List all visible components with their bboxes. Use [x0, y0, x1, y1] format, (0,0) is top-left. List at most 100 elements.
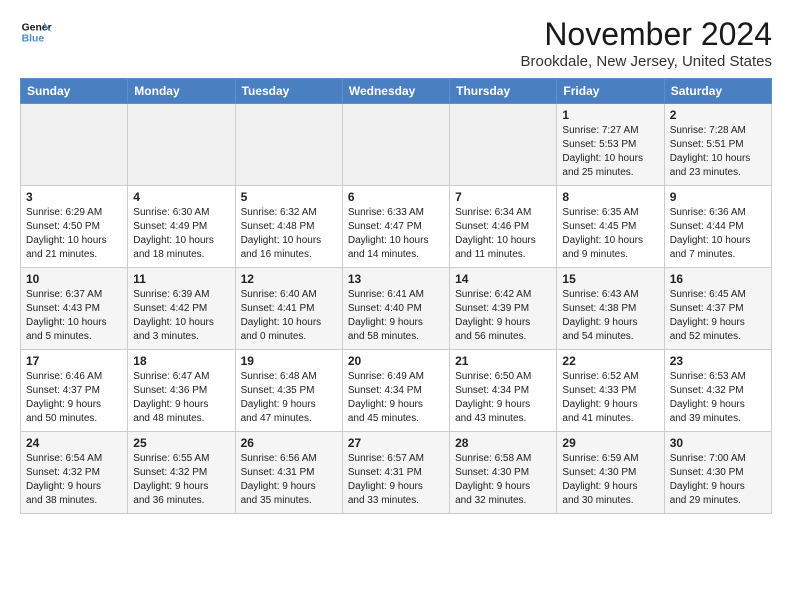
calendar-week-row: 24 Sunrise: 6:54 AM Sunset: 4:32 PM Dayli…: [21, 432, 772, 514]
calendar-cell: 10 Sunrise: 6:37 AM Sunset: 4:43 PM Dayli…: [21, 268, 128, 350]
calendar-cell: 24 Sunrise: 6:54 AM Sunset: 4:32 PM Dayli…: [21, 432, 128, 514]
day-number: 24: [26, 436, 122, 450]
calendar-cell: 14Sunrise: 6:42 AM Sunset: 4:39 PM Dayli…: [450, 268, 557, 350]
day-number: 15: [562, 272, 658, 286]
title-block: November 2024 Brookdale, New Jersey, Uni…: [520, 16, 772, 70]
day-number: 1: [562, 108, 658, 122]
cell-content: Sunrise: 6:32 AM Sunset: 4:48 PM Dayligh…: [241, 206, 337, 262]
day-number: 9: [670, 190, 766, 204]
header-day: Tuesday: [235, 79, 342, 104]
cell-content: Sunrise: 6:48 AM Sunset: 4:35 PM Dayligh…: [241, 370, 337, 426]
calendar-cell: 13 Sunrise: 6:41 AM Sunset: 4:40 PM Dayli…: [342, 268, 449, 350]
cell-content: Sunrise: 6:56 AM Sunset: 4:31 PM Dayligh…: [241, 452, 337, 508]
calendar-week-row: 3 Sunrise: 6:29 AM Sunset: 4:50 PM Daylig…: [21, 186, 772, 268]
cell-content: Sunrise: 6:39 AM Sunset: 4:42 PM Dayligh…: [133, 288, 229, 344]
cell-content: Sunrise: 6:30 AM Sunset: 4:49 PM Dayligh…: [133, 206, 229, 262]
header-day: Monday: [128, 79, 235, 104]
calendar-week-row: 10 Sunrise: 6:37 AM Sunset: 4:43 PM Dayli…: [21, 268, 772, 350]
day-number: 18: [133, 354, 229, 368]
month-title: November 2024: [520, 16, 772, 53]
day-number: 14: [455, 272, 551, 286]
calendar-cell: 5 Sunrise: 6:32 AM Sunset: 4:48 PM Daylig…: [235, 186, 342, 268]
calendar-cell: 6 Sunrise: 6:33 AM Sunset: 4:47 PM Daylig…: [342, 186, 449, 268]
cell-content: Sunrise: 6:55 AM Sunset: 4:32 PM Dayligh…: [133, 452, 229, 508]
day-number: 11: [133, 272, 229, 286]
day-number: 6: [348, 190, 444, 204]
cell-content: Sunrise: 6:34 AM Sunset: 4:46 PM Dayligh…: [455, 206, 551, 262]
calendar-cell: 4 Sunrise: 6:30 AM Sunset: 4:49 PM Daylig…: [128, 186, 235, 268]
cell-content: Sunrise: 6:50 AM Sunset: 4:34 PM Dayligh…: [455, 370, 551, 426]
day-number: 28: [455, 436, 551, 450]
day-number: 23: [670, 354, 766, 368]
calendar-cell: 2 Sunrise: 7:28 AM Sunset: 5:51 PM Daylig…: [664, 104, 771, 186]
calendar-cell: 29 Sunrise: 6:59 AM Sunset: 4:30 PM Dayli…: [557, 432, 664, 514]
page-header: General Blue November 2024 Brookdale, Ne…: [20, 16, 772, 70]
day-number: 5: [241, 190, 337, 204]
header-day: Sunday: [21, 79, 128, 104]
cell-content: Sunrise: 6:58 AM Sunset: 4:30 PM Dayligh…: [455, 452, 551, 508]
calendar-cell: 7 Sunrise: 6:34 AM Sunset: 4:46 PM Daylig…: [450, 186, 557, 268]
location-subtitle: Brookdale, New Jersey, United States: [520, 53, 772, 70]
cell-content: Sunrise: 6:46 AM Sunset: 4:37 PM Dayligh…: [26, 370, 122, 426]
cell-content: Sunrise: 7:28 AM Sunset: 5:51 PM Dayligh…: [670, 124, 766, 180]
cell-content: Sunrise: 6:53 AM Sunset: 4:32 PM Dayligh…: [670, 370, 766, 426]
calendar-cell: 9 Sunrise: 6:36 AM Sunset: 4:44 PM Daylig…: [664, 186, 771, 268]
day-number: 7: [455, 190, 551, 204]
calendar-cell: 19Sunrise: 6:48 AM Sunset: 4:35 PM Dayli…: [235, 350, 342, 432]
logo: General Blue: [20, 16, 52, 48]
day-number: 20: [348, 354, 444, 368]
day-number: 10: [26, 272, 122, 286]
calendar-cell: 3 Sunrise: 6:29 AM Sunset: 4:50 PM Daylig…: [21, 186, 128, 268]
calendar-cell: [128, 104, 235, 186]
calendar-cell: 23 Sunrise: 6:53 AM Sunset: 4:32 PM Dayli…: [664, 350, 771, 432]
day-number: 17: [26, 354, 122, 368]
calendar-cell: 8 Sunrise: 6:35 AM Sunset: 4:45 PM Daylig…: [557, 186, 664, 268]
day-number: 8: [562, 190, 658, 204]
day-number: 25: [133, 436, 229, 450]
cell-content: Sunrise: 6:45 AM Sunset: 4:37 PM Dayligh…: [670, 288, 766, 344]
header-day: Wednesday: [342, 79, 449, 104]
cell-content: Sunrise: 6:54 AM Sunset: 4:32 PM Dayligh…: [26, 452, 122, 508]
calendar-cell: 12 Sunrise: 6:40 AM Sunset: 4:41 PM Dayli…: [235, 268, 342, 350]
cell-content: Sunrise: 6:33 AM Sunset: 4:47 PM Dayligh…: [348, 206, 444, 262]
calendar-week-row: 17 Sunrise: 6:46 AM Sunset: 4:37 PM Dayli…: [21, 350, 772, 432]
cell-content: Sunrise: 6:57 AM Sunset: 4:31 PM Dayligh…: [348, 452, 444, 508]
calendar-cell: 20 Sunrise: 6:49 AM Sunset: 4:34 PM Dayli…: [342, 350, 449, 432]
calendar-table: SundayMondayTuesdayWednesdayThursdayFrid…: [20, 78, 772, 514]
calendar-cell: 28 Sunrise: 6:58 AM Sunset: 4:30 PM Dayli…: [450, 432, 557, 514]
header-day: Thursday: [450, 79, 557, 104]
cell-content: Sunrise: 7:27 AM Sunset: 5:53 PM Dayligh…: [562, 124, 658, 180]
calendar-cell: 11 Sunrise: 6:39 AM Sunset: 4:42 PM Dayli…: [128, 268, 235, 350]
day-number: 2: [670, 108, 766, 122]
cell-content: Sunrise: 6:49 AM Sunset: 4:34 PM Dayligh…: [348, 370, 444, 426]
day-number: 3: [26, 190, 122, 204]
calendar-cell: 1 Sunrise: 7:27 AM Sunset: 5:53 PM Daylig…: [557, 104, 664, 186]
cell-content: Sunrise: 6:47 AM Sunset: 4:36 PM Dayligh…: [133, 370, 229, 426]
cell-content: Sunrise: 6:59 AM Sunset: 4:30 PM Dayligh…: [562, 452, 658, 508]
cell-content: Sunrise: 6:41 AM Sunset: 4:40 PM Dayligh…: [348, 288, 444, 344]
day-number: 29: [562, 436, 658, 450]
calendar-cell: 21Sunrise: 6:50 AM Sunset: 4:34 PM Dayli…: [450, 350, 557, 432]
calendar-cell: [21, 104, 128, 186]
calendar-cell: [342, 104, 449, 186]
day-number: 4: [133, 190, 229, 204]
calendar-cell: 26Sunrise: 6:56 AM Sunset: 4:31 PM Dayli…: [235, 432, 342, 514]
day-number: 13: [348, 272, 444, 286]
calendar-week-row: 1 Sunrise: 7:27 AM Sunset: 5:53 PM Daylig…: [21, 104, 772, 186]
cell-content: Sunrise: 6:36 AM Sunset: 4:44 PM Dayligh…: [670, 206, 766, 262]
cell-content: Sunrise: 6:35 AM Sunset: 4:45 PM Dayligh…: [562, 206, 658, 262]
cell-content: Sunrise: 7:00 AM Sunset: 4:30 PM Dayligh…: [670, 452, 766, 508]
header-day: Friday: [557, 79, 664, 104]
calendar-cell: 17 Sunrise: 6:46 AM Sunset: 4:37 PM Dayli…: [21, 350, 128, 432]
calendar-cell: [235, 104, 342, 186]
calendar-cell: 30 Sunrise: 7:00 AM Sunset: 4:30 PM Dayli…: [664, 432, 771, 514]
cell-content: Sunrise: 6:43 AM Sunset: 4:38 PM Dayligh…: [562, 288, 658, 344]
calendar-cell: 25 Sunrise: 6:55 AM Sunset: 4:32 PM Dayli…: [128, 432, 235, 514]
day-number: 30: [670, 436, 766, 450]
day-number: 12: [241, 272, 337, 286]
cell-content: Sunrise: 6:40 AM Sunset: 4:41 PM Dayligh…: [241, 288, 337, 344]
cell-content: Sunrise: 6:37 AM Sunset: 4:43 PM Dayligh…: [26, 288, 122, 344]
cell-content: Sunrise: 6:29 AM Sunset: 4:50 PM Dayligh…: [26, 206, 122, 262]
svg-text:Blue: Blue: [22, 34, 45, 45]
day-number: 16: [670, 272, 766, 286]
